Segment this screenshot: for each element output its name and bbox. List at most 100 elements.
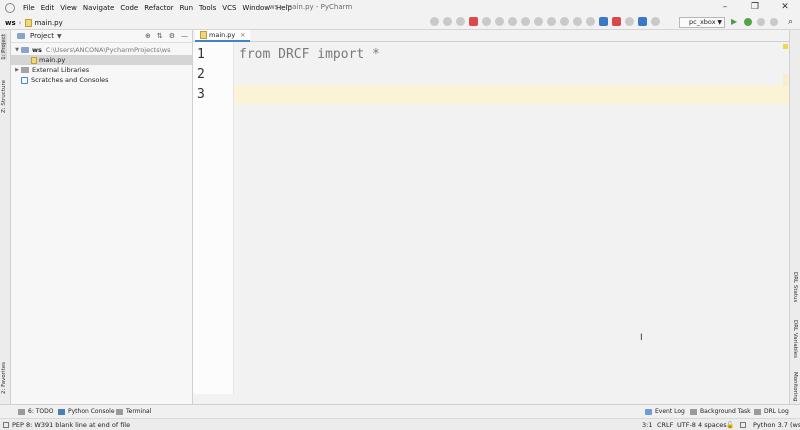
project-panel-tools: ⊕ ⇅ ⚙ — [145,32,188,40]
terminal-label: Terminal [126,408,152,415]
tree-item-main-py[interactable]: main.py [11,55,192,65]
search-icon[interactable]: ⌕ [788,17,793,27]
error-stripe-marker[interactable] [783,74,788,86]
inspection-warning-marker[interactable] [783,44,788,49]
chevron-down-icon: ▼ [717,19,722,26]
menu-navigate[interactable]: Navigate [80,4,117,12]
lock-icon[interactable]: 🔓 [726,421,734,429]
tool-windows-toggle-icon[interactable] [3,422,9,428]
debug-icon[interactable] [744,18,752,26]
maximize-button[interactable]: ❐ [740,0,770,16]
indent-setting[interactable]: 4 spaces [698,421,727,429]
status-message-text: PEP 8: W391 blank line at end of file [12,421,131,429]
tool-5-icon[interactable] [534,17,543,26]
python-console-tool-button[interactable]: Python Console [58,408,115,415]
mouse-text-cursor-icon: I [640,333,643,343]
background-task-tool-button[interactable]: Background Task [690,408,751,415]
menu-code[interactable]: Code [117,4,141,12]
navigation-bar: ws › main.py pc_xbox ▼ ▶ ⌕ [0,16,800,30]
expand-arrow-icon[interactable]: ▶ [13,67,21,73]
pycharm-logo-icon [5,3,15,13]
status-bar: PEP 8: W391 blank line at end of file 3:… [0,418,800,430]
menu-edit[interactable]: Edit [38,4,58,12]
terminal-tool-button[interactable]: Terminal [116,408,151,415]
run-config-select[interactable]: pc_xbox ▼ [679,17,725,28]
tree-item-label: main.py [39,56,66,64]
monitoring-tool-tab[interactable]: Monitoring [792,372,798,401]
editor-tab-main-py[interactable]: main.py ✕ [195,30,251,42]
back-icon[interactable] [430,17,439,26]
event-log-icon [645,408,652,415]
tool-8-icon[interactable] [573,17,582,26]
tool-window-bar: 6: TODO Python Console Terminal Event Lo… [0,404,800,418]
help-icon[interactable] [638,17,647,26]
project-panel: Project ▼ ⊕ ⇅ ⚙ — ▼ ws C:\Users\ANCONA\P… [11,30,193,404]
favorites-tool-tab[interactable]: 2: Favorites [1,362,7,394]
tool-6-icon[interactable] [547,17,556,26]
tool-2-icon[interactable] [495,17,504,26]
tree-item-label: External Libraries [32,66,90,74]
menu-file[interactable]: File [20,4,38,12]
stop-icon[interactable] [770,18,778,26]
line-separator[interactable]: CRLF [657,421,673,429]
menu-window[interactable]: Window [239,4,273,12]
step-icon[interactable] [456,17,465,26]
python-interpreter[interactable]: Python 3.7 (ws) [753,421,800,429]
event-log-label: Event Log [655,408,685,415]
send-icon[interactable] [599,17,608,26]
locate-icon[interactable]: ⊕ [145,32,151,40]
tree-item-ws[interactable]: ▼ ws C:\Users\ANCONA\PycharmProjects\ws [11,45,192,55]
menu-view[interactable]: View [57,4,80,12]
library-icon [21,67,29,73]
collapse-icon[interactable]: ⇅ [157,32,163,40]
python-console-label: Python Console [68,408,115,415]
project-view-select[interactable]: Project [30,32,54,40]
tool-7-icon[interactable] [560,17,569,26]
code-line[interactable]: from DRCF import * [239,47,380,62]
run-icon[interactable]: ▶ [731,18,739,26]
drl-log-tool-button[interactable]: DRL Log [754,408,789,415]
minimize-button[interactable]: – [710,0,740,16]
tree-item-scratches[interactable]: Scratches and Consoles [11,75,192,85]
background-task-label: Background Task [700,408,751,415]
window-controls: – ❐ ✕ [710,0,800,16]
project-tool-tab[interactable]: 1: Project [1,34,7,60]
line-number: 2 [197,67,205,82]
drl-status-tool-tab[interactable]: DRL Status [792,272,798,302]
todo-tool-button[interactable]: 6: TODO [18,408,53,415]
stop-robot-icon[interactable] [469,17,478,26]
event-log-tool-button[interactable]: Event Log [645,408,685,415]
tool-10-icon[interactable] [625,17,634,26]
tool-3-icon[interactable] [508,17,517,26]
tool-11-icon[interactable] [651,17,660,26]
code-editor[interactable]: from DRCF import * [234,42,789,394]
tree-item-external-libraries[interactable]: ▶ External Libraries [11,65,192,75]
breadcrumb-project[interactable]: ws [5,19,16,27]
menu-refactor[interactable]: Refactor [141,4,176,12]
structure-tool-tab[interactable]: Z: Structure [1,80,7,113]
drl-variables-tool-tab[interactable]: DRL Variables [792,320,798,358]
run-config-label: pc_xbox [689,18,716,26]
status-message[interactable]: PEP 8: W391 blank line at end of file [3,421,130,429]
forward-icon[interactable] [443,17,452,26]
tool-4-icon[interactable] [521,17,530,26]
left-tool-stripe: 1: Project Z: Structure 2: Favorites [0,30,11,404]
tool-1-icon[interactable] [482,17,491,26]
menu-run[interactable]: Run [177,4,196,12]
caret-position[interactable]: 3:1 [642,421,652,429]
tool-9-icon[interactable] [586,17,595,26]
menu-tools[interactable]: Tools [196,4,219,12]
close-icon[interactable]: ✕ [240,32,245,39]
line-number-gutter[interactable]: 1 2 3 [193,42,234,394]
menu-vcs[interactable]: VCS [219,4,239,12]
close-button[interactable]: ✕ [770,0,800,16]
expand-arrow-icon[interactable]: ▼ [13,47,21,53]
hide-icon[interactable]: — [181,32,188,40]
gear-icon[interactable]: ⚙ [169,32,175,40]
file-encoding[interactable]: UTF-8 [677,421,696,429]
hector-icon[interactable] [740,422,746,428]
breadcrumb-file[interactable]: main.py [34,19,62,27]
chevron-down-icon[interactable]: ▼ [57,33,62,40]
robot-icon[interactable] [612,17,621,26]
coverage-icon[interactable] [757,18,765,26]
